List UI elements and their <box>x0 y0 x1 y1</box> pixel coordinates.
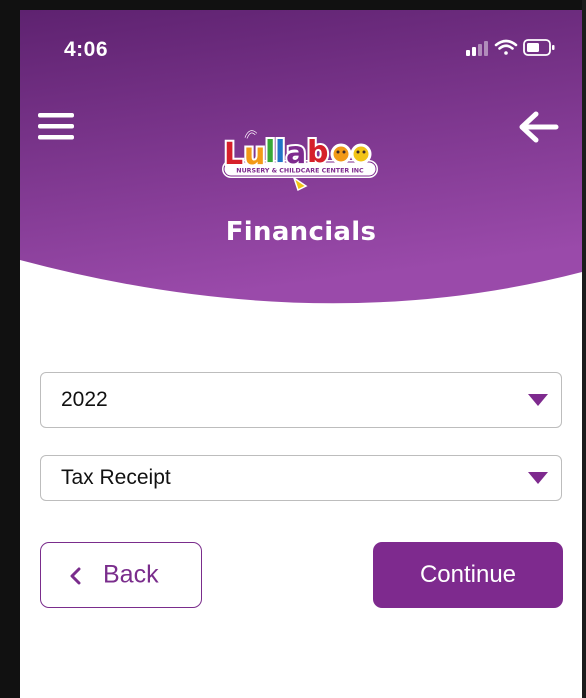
continue-button-label: Continue <box>419 561 517 588</box>
lullaboo-logo: NURSERY & CHILDCARE CENTER INC L u l l a… <box>222 130 378 192</box>
signal-icon <box>466 41 488 56</box>
status-icons <box>466 39 555 56</box>
svg-text:u: u <box>244 137 265 172</box>
caret-down-icon <box>528 472 548 484</box>
svg-text:b: b <box>307 135 328 170</box>
svg-text:l: l <box>275 135 285 170</box>
device-frame-top <box>0 0 586 10</box>
menu-button[interactable] <box>36 110 78 144</box>
back-button[interactable]: Back <box>40 542 202 608</box>
continue-button[interactable]: Continue <box>373 542 563 608</box>
svg-text:l: l <box>265 135 275 170</box>
svg-text:L: L <box>224 137 243 172</box>
wifi-icon <box>494 39 518 55</box>
year-select[interactable]: 2022 <box>40 372 562 428</box>
back-button-label: Back <box>103 560 159 589</box>
document-type-select-value: Tax Receipt <box>61 466 171 489</box>
arrow-left-icon <box>519 111 559 143</box>
app-screen: 4:06 NURSERY & CHILDCARE CENTER INC L u … <box>20 10 582 698</box>
svg-text:a: a <box>286 136 306 171</box>
caret-down-icon <box>528 394 548 406</box>
battery-icon <box>523 39 555 56</box>
chevron-left-icon <box>70 567 81 585</box>
document-type-select[interactable]: Tax Receipt <box>40 455 562 501</box>
device-frame-right <box>582 0 586 698</box>
year-select-value: 2022 <box>61 388 108 411</box>
page-title: Financials <box>225 217 377 247</box>
header-back-button[interactable] <box>516 108 560 146</box>
status-time: 4:06 <box>64 38 109 61</box>
hamburger-menu-icon <box>38 113 74 140</box>
device-frame-left <box>0 0 20 698</box>
